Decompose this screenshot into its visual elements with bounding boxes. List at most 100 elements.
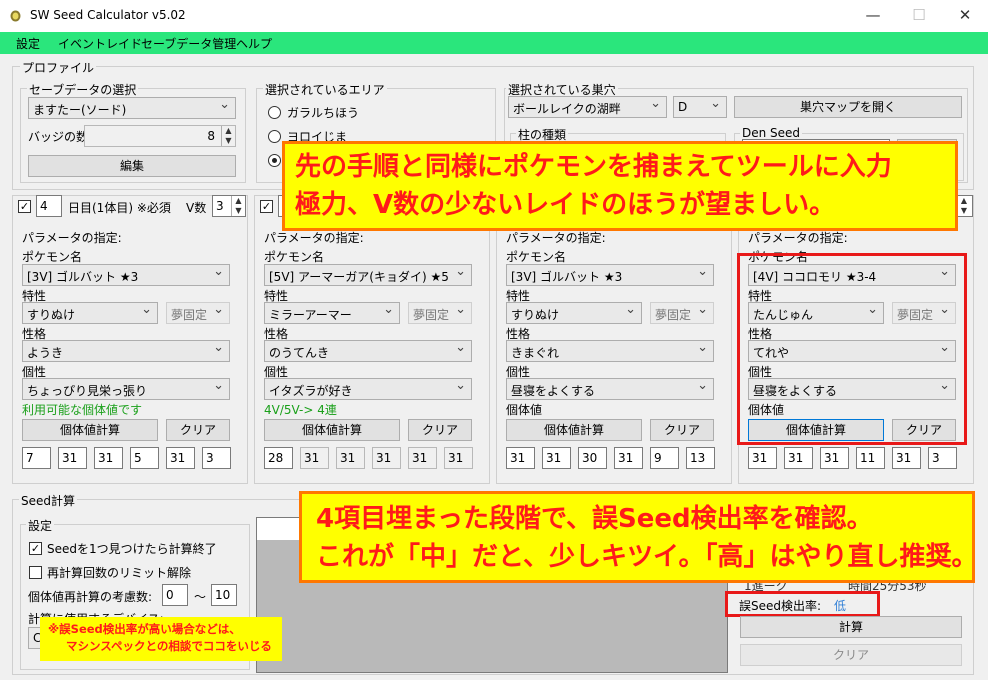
- slot-4-iv-spe[interactable]: 3: [928, 447, 957, 469]
- den-rank-select[interactable]: D: [673, 96, 727, 118]
- slot-3-iv-spe[interactable]: 13: [686, 447, 715, 469]
- seed-calc-title: Seed計算: [19, 492, 78, 509]
- slot-2-iv-def[interactable]: 31: [336, 447, 365, 469]
- slot-2-nature-select[interactable]: のうてんき: [264, 340, 472, 362]
- close-button[interactable]: ✕: [942, 0, 988, 32]
- annotation-middle: 4項目埋まった段階で、誤Seed検出率を確認。 これが「中」だと、少しキツイ。「…: [299, 491, 978, 583]
- slot-1-ability-select[interactable]: すりぬけ: [22, 302, 158, 324]
- slot-3-clear-button[interactable]: クリア: [650, 419, 714, 441]
- menu-bar: 設定 イベントレイド セーブデータ管理 ヘルプ: [0, 32, 988, 54]
- slot-4-iv-spa[interactable]: 11: [856, 447, 885, 469]
- title-bar: SW Seed Calculator v5.02 — ☐ ✕: [0, 0, 988, 32]
- slot-2-iv-hp[interactable]: 28: [264, 447, 293, 469]
- slot-1-nature-select[interactable]: ようき: [22, 340, 230, 362]
- stop-on-find-checkbox[interactable]: ✓: [29, 542, 42, 555]
- slot-4-iv-hp[interactable]: 31: [748, 447, 777, 469]
- slot-3-hidden-ability-select[interactable]: 夢固定: [650, 302, 714, 324]
- slot-4-iv-spd[interactable]: 31: [892, 447, 921, 469]
- menu-save-data[interactable]: セーブデータ管理: [141, 35, 236, 52]
- slot-1-clear-button[interactable]: クリア: [166, 419, 230, 441]
- annotation-device-note: ※誤Seed検出率が高い場合などは、 マシンスペックとの相談でココをいじる: [40, 617, 282, 661]
- save-data-group-title: セーブデータの選択: [27, 81, 139, 98]
- slot-1-checkbox[interactable]: ✓: [18, 200, 31, 213]
- badge-count-spin-icon[interactable]: ▲ ▼: [221, 126, 235, 146]
- stop-on-find-label: Seedを1つ見つけたら計算終了: [47, 542, 217, 556]
- slot-2-iv-calc-button[interactable]: 個体値計算: [264, 419, 400, 441]
- slot-1-iv-def[interactable]: 31: [94, 447, 123, 469]
- menu-settings[interactable]: 設定: [16, 35, 40, 52]
- reroll-label: 個体値再計算の考慮数:: [28, 590, 153, 604]
- slot-4-param-label: パラメータの指定:: [748, 231, 848, 245]
- slot-1-pokemon-select[interactable]: [3V] ゴルバット ★3: [22, 264, 230, 286]
- annotation-top: 先の手順と同様にポケモンを捕まえてツールに入力 極力、V数の少ないレイドのほうが…: [282, 141, 958, 231]
- annotation-middle-line1: 4項目埋まった段階で、誤Seed検出率を確認。: [316, 504, 873, 534]
- edit-button[interactable]: 編集: [28, 155, 236, 177]
- area-radio-isle-of-armor[interactable]: [268, 130, 281, 143]
- slot-3-iv-def[interactable]: 30: [578, 447, 607, 469]
- slot-1-v-spin-icon[interactable]: ▲ ▼: [231, 196, 245, 216]
- slot-2-checkbox[interactable]: ✓: [260, 200, 273, 213]
- unlimit-checkbox[interactable]: [29, 566, 42, 579]
- slot-1-iv-spe[interactable]: 3: [202, 447, 231, 469]
- slot-1-day-input[interactable]: 4: [36, 195, 62, 217]
- reroll-tilde: ～: [194, 590, 207, 604]
- slot-1-iv-spa[interactable]: 5: [130, 447, 159, 469]
- slot-1-characteristic-select[interactable]: ちょっぴり見栄っ張り: [22, 378, 230, 400]
- annotation-middle-line2: これが「中」だと、少しキツイ。「高」はやり直し推奨。: [316, 542, 978, 572]
- slot-3-pokemon-select[interactable]: [3V] ゴルバット ★3: [506, 264, 714, 286]
- den-map-button[interactable]: 巣穴マップを開く: [734, 96, 962, 118]
- slot-1-v-stepper[interactable]: 3 ▲ ▼: [212, 195, 246, 217]
- slot-3-iv-atk[interactable]: 31: [542, 447, 571, 469]
- slot-3-ability-select[interactable]: すりぬけ: [506, 302, 642, 324]
- slot-2-characteristic-select[interactable]: イタズラが好き: [264, 378, 472, 400]
- slot-2-iv-spa[interactable]: 31: [372, 447, 401, 469]
- slot-2-iv-atk[interactable]: 31: [300, 447, 329, 469]
- maximize-button[interactable]: ☐: [896, 0, 942, 32]
- slot-4-v-spin-icon[interactable]: ▲ ▼: [956, 196, 972, 216]
- slot-3-characteristic-select[interactable]: 昼寝をよくする: [506, 378, 714, 400]
- slot-1-hidden-ability-select[interactable]: 夢固定: [166, 302, 230, 324]
- menu-event-raid[interactable]: イベントレイド: [58, 35, 142, 52]
- annotation-top-line2: 極力、V数の少ないレイドのほうが望ましい。: [295, 190, 836, 220]
- save-data-select[interactable]: ますたー(ソード): [28, 97, 236, 119]
- slot-2-iv-spe[interactable]: 31: [444, 447, 473, 469]
- menu-help[interactable]: ヘルプ: [236, 35, 272, 52]
- badge-count-stepper[interactable]: 8 ▲ ▼: [84, 125, 236, 147]
- slot-2-hidden-ability-select[interactable]: 夢固定: [408, 302, 472, 324]
- area-label-galar: ガラルちほう: [287, 106, 360, 120]
- annotation-device-note-line1: ※誤Seed検出率が高い場合などは、: [48, 622, 241, 636]
- slot-2-pokemon-label: ポケモン名: [264, 250, 325, 264]
- slot-2-pokemon-select[interactable]: [5V] アーマーガア(キョダイ) ★5: [264, 264, 472, 286]
- slot-1-iv-spd[interactable]: 31: [166, 447, 195, 469]
- slot-4-iv-atk[interactable]: 31: [784, 447, 813, 469]
- area-radio-galar[interactable]: [268, 106, 281, 119]
- reroll-from-input[interactable]: 0: [162, 584, 188, 606]
- slot-3-iv-spa[interactable]: 31: [614, 447, 643, 469]
- window-title: SW Seed Calculator v5.02: [30, 8, 186, 22]
- minimize-button[interactable]: —: [850, 0, 896, 32]
- slot-3-iv-spd[interactable]: 9: [650, 447, 679, 469]
- area-group-title: 選択されているエリア: [263, 81, 387, 98]
- slot-2-ability-select[interactable]: ミラーアーマー: [264, 302, 400, 324]
- profile-group-title: プロファイル: [20, 59, 97, 76]
- slot-2-status-note: 4V/5V-> 4連: [264, 403, 337, 417]
- slot-1-iv-hp[interactable]: 7: [22, 447, 51, 469]
- slot-3-nature-select[interactable]: きまぐれ: [506, 340, 714, 362]
- badge-count-label: バッジの数: [28, 130, 89, 144]
- slot-3-iv-hp[interactable]: 31: [506, 447, 535, 469]
- slot-3-iv-calc-button[interactable]: 個体値計算: [506, 419, 642, 441]
- seed-settings-title: 設定: [26, 517, 55, 534]
- slot-1-iv-atk[interactable]: 31: [58, 447, 87, 469]
- slot-1-iv-calc-button[interactable]: 個体値計算: [22, 419, 158, 441]
- reroll-to-input[interactable]: 10: [211, 584, 237, 606]
- slot-4-iv-def[interactable]: 31: [820, 447, 849, 469]
- slot-1-v-value: 3: [216, 199, 224, 213]
- seed-clear-button[interactable]: クリア: [740, 644, 962, 666]
- slot-2-clear-button[interactable]: クリア: [408, 419, 472, 441]
- slot-1-pokemon-label: ポケモン名: [22, 250, 83, 264]
- area-radio-third[interactable]: [268, 154, 281, 167]
- den-select[interactable]: ボールレイクの湖畔: [508, 96, 667, 118]
- slot-3-pokemon-label: ポケモン名: [506, 250, 567, 264]
- seed-calc-button[interactable]: 計算: [740, 616, 962, 638]
- slot-2-iv-spd[interactable]: 31: [408, 447, 437, 469]
